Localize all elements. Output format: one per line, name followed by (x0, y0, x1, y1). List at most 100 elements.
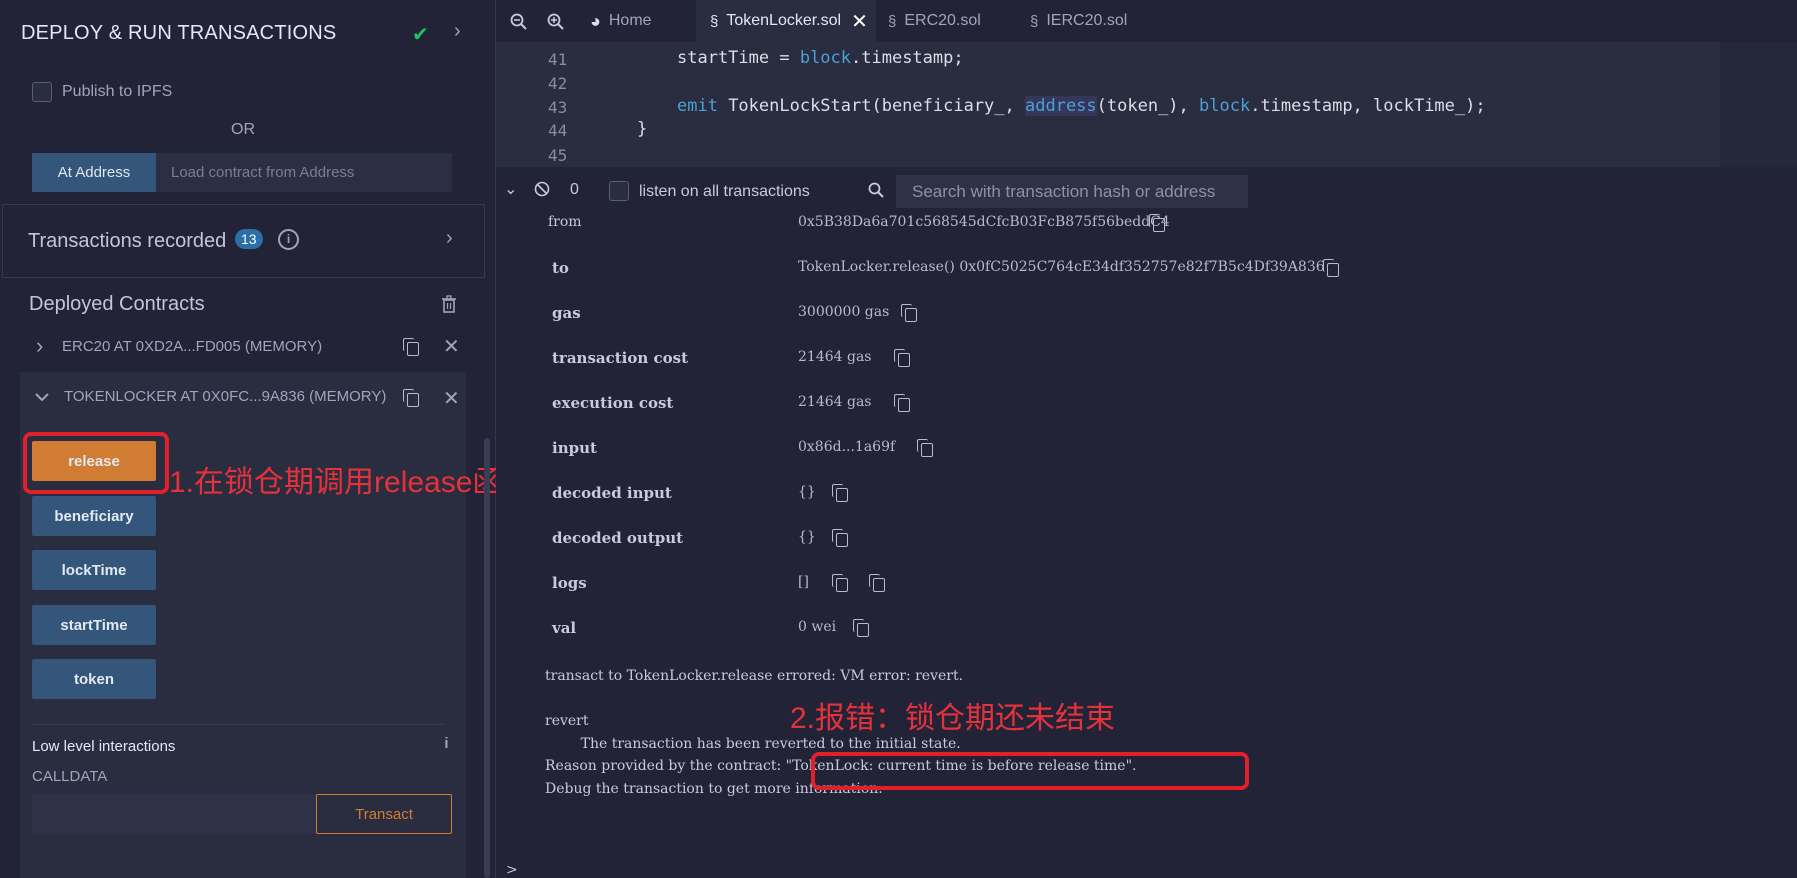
copy-icon[interactable] (853, 619, 869, 637)
chevron-right-icon[interactable]: › (446, 227, 453, 250)
tx-value-input: 0x86d...1a69f (798, 439, 896, 455)
tx-key: gas (552, 304, 581, 322)
listen-label: listen on all transactions (639, 183, 810, 200)
copy-icon[interactable] (901, 304, 917, 322)
double-chevron-down-icon[interactable]: ⌄ (504, 179, 517, 199)
tx-value-val: 0 wei (798, 619, 837, 635)
close-icon[interactable]: ✕ (443, 334, 460, 359)
tx-value-from: 0x5B38Da6a701c568545dCfcB03FcB875f56bedd… (798, 214, 1170, 230)
calldata-input[interactable] (32, 794, 316, 834)
tx-key: input (552, 439, 597, 457)
tx-key: val (552, 619, 577, 637)
tx-value-to: TokenLocker.release() 0x0fC5025C764cE34d… (798, 259, 1325, 275)
contract-erc20-label[interactable]: ERC20 AT 0XD2A...FD005 (MEMORY) (62, 338, 322, 355)
search-icon (868, 182, 884, 198)
line-number: 45 (548, 146, 568, 165)
annotation-1: 1.在锁仓期调用release函数 (169, 466, 533, 499)
tab-home[interactable]: ◕ Home (590, 0, 694, 42)
calldata-label: CALLDATA (32, 768, 108, 785)
line-number: 44 (548, 121, 568, 140)
error-line: transact to TokenLocker.release errored:… (545, 668, 964, 684)
copy-icon[interactable] (1149, 214, 1165, 232)
remix-logo-icon: ◕ (590, 10, 601, 31)
tx-key: to (552, 259, 569, 277)
tab-erc20[interactable]: § ERC20.sol (888, 0, 1008, 42)
tx-value-gas: 3000000 gas (798, 304, 890, 320)
close-icon[interactable]: ✕ (851, 9, 868, 34)
code-line-44: } (637, 119, 648, 139)
pending-count: 0 (570, 181, 579, 198)
tx-key: logs (552, 574, 587, 592)
tx-value-decoded-input: {} (798, 484, 816, 500)
solidity-icon: § (1030, 12, 1039, 30)
zoom-in-icon[interactable] (547, 13, 565, 31)
line-number: 41 (548, 50, 568, 69)
search-input[interactable]: Search with transaction hash or address (896, 175, 1248, 208)
chevron-right-icon[interactable]: › (454, 20, 461, 43)
or-label: OR (231, 121, 255, 138)
chevron-down-icon[interactable] (35, 392, 49, 402)
at-address-button[interactable]: At Address (32, 153, 156, 192)
publish-ipfs-label: Publish to IPFS (62, 83, 173, 100)
copy-icon[interactable] (403, 338, 419, 356)
clear-icon[interactable] (534, 181, 550, 197)
tab-tokenlocker[interactable]: § TokenLocker.sol ✕ (696, 0, 876, 42)
copy-icon[interactable] (832, 529, 848, 547)
revert-label: revert (545, 713, 589, 729)
info-icon[interactable]: i (278, 229, 299, 250)
tab-ierc20[interactable]: § IERC20.sol (1030, 0, 1160, 42)
deploy-panel: DEPLOY & RUN TRANSACTIONS ✔ › Publish to… (0, 0, 532, 878)
minimap[interactable] (1720, 42, 1797, 167)
code-line-43: emit TokenLockStart(beneficiary_, addres… (677, 96, 1486, 116)
reason-prefix: Reason provided by the contract: (545, 758, 786, 774)
tx-value-tx-cost: 21464 gas (798, 349, 872, 365)
trash-icon[interactable] (441, 295, 457, 313)
panel-title: DEPLOY & RUN TRANSACTIONS (21, 22, 337, 44)
zoom-out-icon[interactable] (510, 13, 528, 31)
line-number: 42 (548, 74, 568, 93)
starttime-button[interactable]: startTime (32, 605, 156, 645)
scrollbar[interactable] (484, 438, 490, 878)
copy-icon[interactable] (832, 574, 848, 592)
listen-checkbox[interactable] (609, 181, 629, 201)
deployed-contracts-label: Deployed Contracts (29, 293, 205, 315)
solidity-icon: § (710, 12, 719, 30)
solidity-icon: § (888, 12, 897, 30)
reverted-line: The transaction has been reverted to the… (545, 736, 961, 752)
line-number: 43 (548, 98, 568, 117)
copy-icon[interactable] (894, 394, 910, 412)
divider (32, 724, 444, 725)
copy-icon[interactable] (832, 484, 848, 502)
release-button[interactable]: release (32, 441, 156, 481)
tx-value-exec-cost: 21464 gas (798, 394, 872, 410)
copy-icon[interactable] (917, 439, 933, 457)
publish-ipfs-checkbox[interactable] (32, 82, 52, 102)
chevron-right-icon[interactable]: › (36, 333, 43, 359)
code-line-41: startTime = block.timestamp; (677, 48, 964, 68)
load-address-input[interactable]: Load contract from Address (156, 153, 452, 192)
tx-key: execution cost (552, 394, 674, 412)
close-icon[interactable]: ✕ (443, 386, 460, 411)
annotation-box-reason (811, 752, 1249, 790)
locktime-button[interactable]: lockTime (32, 550, 156, 590)
copy-icon[interactable] (403, 389, 419, 407)
copy-icon[interactable] (1323, 259, 1339, 277)
tx-key: decoded output (552, 529, 684, 547)
tx-count-badge: 13 (235, 229, 263, 249)
tx-key: decoded input (552, 484, 672, 502)
terminal-prompt[interactable]: > (506, 862, 518, 878)
tx-value-logs: [] (798, 574, 809, 590)
beneficiary-button[interactable]: beneficiary (32, 496, 156, 536)
annotation-2: 2.报错：锁仓期还未结束 (790, 702, 1116, 735)
transact-button[interactable]: Transact (316, 794, 452, 834)
copy-icon[interactable] (869, 574, 885, 592)
copy-icon[interactable] (894, 349, 910, 367)
low-level-label: Low level interactions (32, 738, 176, 755)
check-icon: ✔ (412, 24, 429, 46)
transactions-recorded-label: Transactions recorded (28, 230, 227, 252)
token-button[interactable]: token (32, 659, 156, 699)
info-icon[interactable]: i (438, 735, 455, 752)
contract-tokenlocker-label[interactable]: TOKENLOCKER AT 0X0FC...9A836 (MEMORY) (64, 388, 386, 405)
tx-value-decoded-output: {} (798, 529, 816, 545)
tx-key: transaction cost (552, 349, 689, 367)
